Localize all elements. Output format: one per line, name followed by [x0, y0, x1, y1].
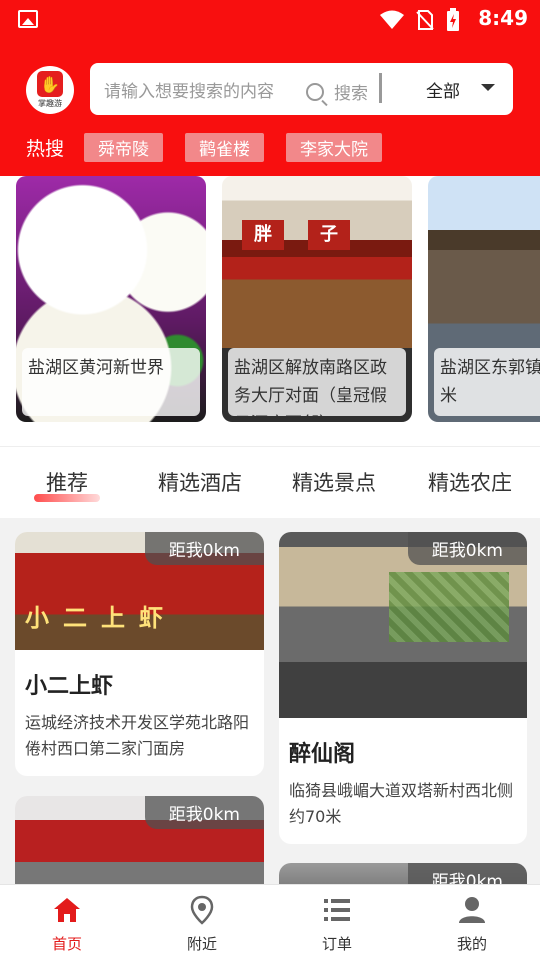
status-icons [380, 8, 460, 32]
place-photo: 小二上虾 距我0km [15, 532, 264, 650]
place-card[interactable]: 距我0km 醉仙阁 临猗县峨嵋大道双塔新村西北侧约70米 [279, 532, 527, 844]
place-photo: 距我0km [279, 532, 527, 718]
place-photo: 距我0km [279, 863, 527, 884]
location-pin-icon [190, 895, 214, 925]
nav-label: 我的 [456, 935, 487, 953]
place-card[interactable]: 距我0km [15, 796, 264, 884]
shop-sign: 小二上虾 [25, 604, 177, 632]
chevron-down-icon[interactable] [481, 84, 495, 91]
banner-carousel[interactable]: 盐湖区黄河新世界 胖 子 盐湖区解放南路区政务大厅对面（皇冠假日酒店西邻） 盐湖… [0, 176, 540, 446]
app-logo[interactable]: ✋ 掌趣游 [26, 66, 74, 114]
recommend-feed[interactable]: 小二上虾 距我0km 小二上虾 运城经济技术开发区学苑北路阳倦村西口第二家门面房… [0, 518, 540, 884]
shop-sign: 子 [308, 220, 350, 250]
header: ✋ 掌趣游 请输入想要搜索的内容 搜索 全部 热搜 舜帝陵 鹳雀楼 李家大院 [0, 40, 540, 176]
search-button[interactable]: 搜索 [334, 79, 368, 104]
status-bar: 8:49 [0, 0, 540, 40]
banner-caption: 盐湖区黄河新世界 [22, 348, 200, 416]
place-address: 临猗县峨嵋大道双塔新村西北侧约70米 [289, 781, 514, 826]
shop-sign: 胖 [242, 220, 284, 250]
search-bar: 请输入想要搜索的内容 搜索 全部 [90, 63, 513, 115]
bottom-nav: 首页 附近 订单 我的 [0, 884, 540, 960]
nav-nearby[interactable]: 附近 [152, 895, 252, 954]
place-address: 运城经济技术开发区学苑北路阳倦村西口第二家门面房 [25, 713, 250, 758]
battery-charging-icon [447, 8, 459, 31]
logo-text: 掌趣游 [38, 99, 62, 108]
banner-card[interactable]: 盐湖区东郭镇南500米 [428, 176, 540, 422]
wifi-icon [380, 10, 404, 29]
distance-badge: 距我0km [407, 532, 527, 565]
nav-profile[interactable]: 我的 [422, 895, 522, 954]
place-title: 小二上虾 [25, 674, 114, 699]
banner-card[interactable]: 胖 子 盐湖区解放南路区政务大厅对面（皇冠假日酒店西邻） [222, 176, 412, 422]
search-icon[interactable] [306, 83, 324, 101]
hot-tag[interactable]: 鹳雀楼 [185, 132, 265, 162]
search-divider [379, 73, 382, 103]
place-card[interactable]: 距我0km [279, 863, 527, 884]
home-icon [54, 898, 80, 922]
banner-card[interactable]: 盐湖区黄河新世界 [16, 176, 206, 422]
hot-tag[interactable]: 舜帝陵 [84, 132, 164, 162]
active-tab-indicator [34, 494, 100, 502]
place-card[interactable]: 小二上虾 距我0km 小二上虾 运城经济技术开发区学苑北路阳倦村西口第二家门面房 [15, 532, 264, 776]
distance-badge: 距我0km [144, 796, 264, 829]
hot-search-label: 热搜 [26, 137, 65, 160]
banner-caption: 盐湖区东郭镇南500米 [434, 348, 540, 416]
scope-select[interactable]: 全部 [426, 77, 460, 102]
distance-badge: 距我0km [144, 532, 264, 565]
nav-label: 订单 [321, 935, 352, 953]
nav-label: 附近 [186, 935, 217, 953]
tab-hotels[interactable]: 精选酒店 [158, 467, 242, 497]
tab-attractions[interactable]: 精选景点 [292, 467, 376, 497]
status-time: 8:49 [478, 6, 528, 30]
list-icon [324, 899, 350, 921]
user-icon [459, 897, 485, 923]
category-tabs: 推荐 精选酒店 精选景点 精选农庄 [0, 446, 540, 518]
nav-home[interactable]: 首页 [17, 895, 117, 954]
distance-badge: 距我0km [407, 863, 527, 884]
hand-logo-icon: ✋ [37, 71, 63, 97]
tab-recommend[interactable]: 推荐 [46, 467, 88, 497]
nav-orders[interactable]: 订单 [287, 895, 387, 954]
search-input[interactable]: 请输入想要搜索的内容 [104, 77, 274, 102]
hot-search: 热搜 舜帝陵 鹳雀楼 李家大院 [26, 132, 404, 162]
no-sim-icon [416, 10, 434, 30]
tab-farms[interactable]: 精选农庄 [428, 467, 512, 497]
nav-label: 首页 [51, 935, 82, 953]
place-photo: 距我0km [15, 796, 264, 884]
place-title: 醉仙阁 [289, 742, 356, 767]
gallery-notification-icon [18, 10, 38, 28]
hot-tag[interactable]: 李家大院 [286, 132, 383, 162]
banner-caption: 盐湖区解放南路区政务大厅对面（皇冠假日酒店西邻） [228, 348, 406, 416]
trellis [389, 572, 509, 642]
